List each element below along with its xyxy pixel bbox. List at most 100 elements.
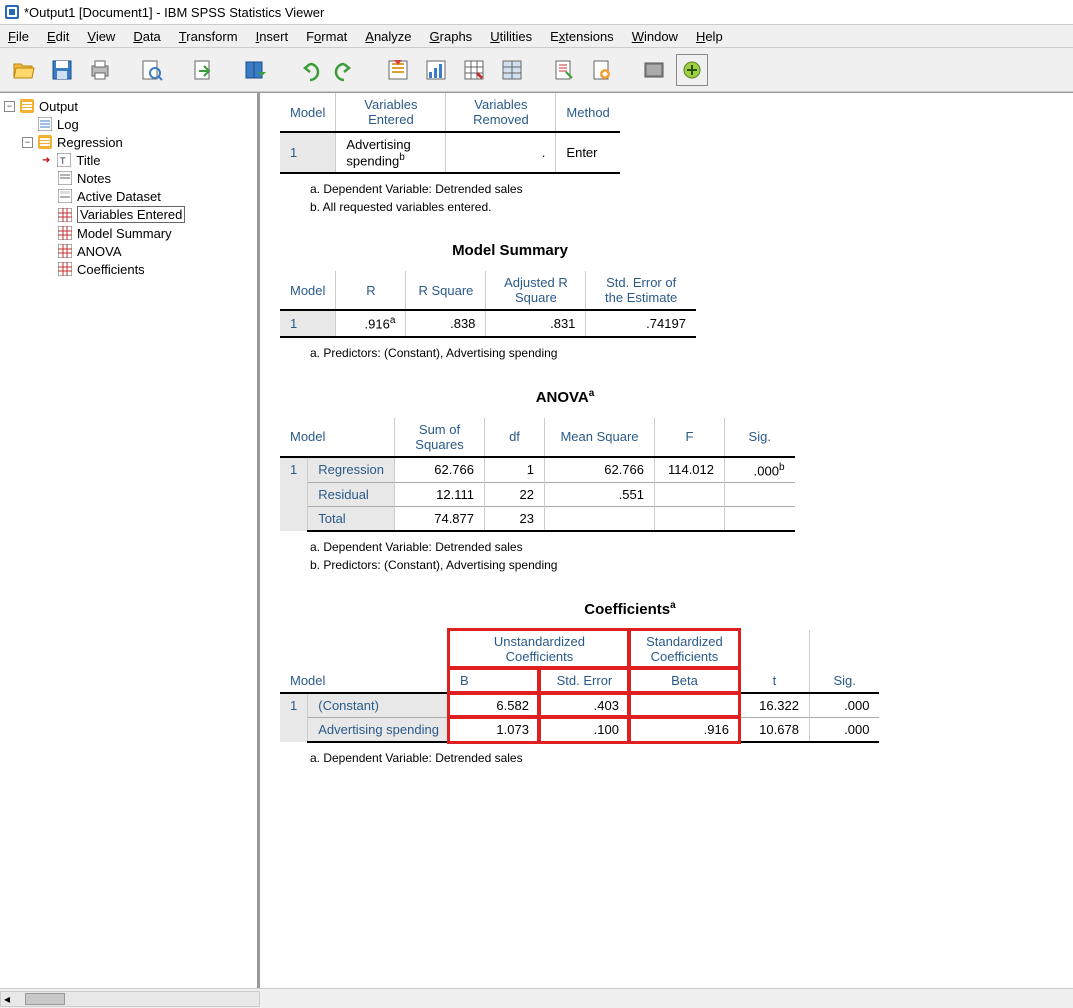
newblock-button[interactable] [676,54,708,86]
tree-item-title[interactable]: ➜ T Title [4,151,253,169]
autoscript-button[interactable] [548,54,580,86]
col-group-std: Standardized Coefficients [629,630,739,669]
scroll-left-icon[interactable]: ◂ [1,992,13,1006]
tree-label: ANOVA [77,244,122,259]
table-icon [57,243,73,259]
tree-label: Notes [77,171,111,186]
tree-item-active-dataset[interactable]: Active Dataset [4,187,253,205]
chart-button[interactable] [420,54,452,86]
titlebar: *Output1 [Document1] - IBM SPSS Statisti… [0,0,1073,24]
pivot-button[interactable] [496,54,528,86]
menu-data[interactable]: Data [133,29,160,44]
cell-sig: .000b [725,457,795,483]
tables-button[interactable] [458,54,490,86]
undo-button[interactable] [292,54,324,86]
preview-button[interactable] [136,54,168,86]
recall-button[interactable] [240,54,272,86]
tree-item-log[interactable]: Log [4,115,253,133]
main-area: − Output Log − Regression ➜ T Title Note… [0,92,1073,988]
menu-edit[interactable]: Edit [47,29,69,44]
col-se: Std. Error of the Estimate [586,271,696,310]
print-button[interactable] [84,54,116,86]
col-entered: Variables Entered [336,93,446,132]
outline-tree[interactable]: − Output Log − Regression ➜ T Title Note… [0,93,260,988]
menu-extensions[interactable]: Extensions [550,29,614,44]
tree-item-notes[interactable]: Notes [4,169,253,187]
statusbar: ◂ [0,988,1073,1008]
menu-graphs[interactable]: Graphs [430,29,473,44]
redo-button[interactable] [330,54,362,86]
cell-se: .74197 [586,310,696,336]
content-pane[interactable]: Model Variables Entered Variables Remove… [260,93,1073,988]
open-button[interactable] [8,54,40,86]
tree-label: Model Summary [77,226,172,241]
export-button[interactable] [188,54,220,86]
table-row: Advertising spending 1.073 .100 .916 10.… [280,717,879,742]
col-model: Model [280,93,336,132]
goto-button[interactable] [382,54,414,86]
col-method: Method [556,93,620,132]
table-row: Residual 12.111 22 .551 [280,482,795,506]
anova-title: ANOVAa [280,388,850,406]
footnote-a: a. Dependent Variable: Detrended sales [310,540,1053,554]
cell-ss: 62.766 [395,457,485,483]
cell-label: (Constant) [308,693,450,718]
cell-b: 1.073 [449,717,539,742]
col-group-unstd: Unstandardized Coefficients [449,630,629,669]
menu-insert[interactable]: Insert [256,29,289,44]
menu-help[interactable]: Help [696,29,723,44]
tree-item-model-summary[interactable]: Model Summary [4,224,253,242]
save-button[interactable] [46,54,78,86]
footnote-a: a. Dependent Variable: Detrended sales [310,182,1053,196]
cell-sig: .000 [809,717,879,742]
tree-label: Active Dataset [77,189,161,204]
tree-label: Title [76,153,100,168]
tree-item-coefficients[interactable]: Coefficients [4,260,253,278]
cell-ss: 12.111 [395,482,485,506]
model-summary-table: Model R R Square Adjusted R Square Std. … [280,271,696,337]
cell-f: 114.012 [655,457,725,483]
script-button[interactable] [586,54,618,86]
tree-item-variables-entered[interactable]: Variables Entered [4,205,253,224]
tree-label: Output [39,99,78,114]
menu-utilities[interactable]: Utilities [490,29,532,44]
col-se: Std. Error [539,668,629,693]
col-f: F [655,418,725,457]
menu-format[interactable]: Format [306,29,347,44]
footnote-a: a. Predictors: (Constant), Advertising s… [310,346,1053,360]
tree-item-anova[interactable]: ANOVA [4,242,253,260]
designate-button[interactable] [638,54,670,86]
menu-file[interactable]: File [8,29,29,44]
collapse-icon[interactable]: − [4,101,15,112]
menu-transform[interactable]: Transform [179,29,238,44]
cell-sig [725,482,795,506]
menubar: File Edit View Data Transform Insert For… [0,24,1073,48]
col-sig: Sig. [725,418,795,457]
cell-f [655,506,725,531]
col-adjr: Adjusted R Square [486,271,586,310]
menu-analyze[interactable]: Analyze [365,29,411,44]
cell-model: 1 [280,132,336,173]
coefficients-table: Model Unstandardized Coefficients Standa… [280,630,879,743]
tree-item-regression[interactable]: − Regression [4,133,253,151]
col-removed: Variables Removed [446,93,556,132]
cell-b: 6.582 [449,693,539,718]
cell-rsq: .838 [406,310,486,336]
cell-label: Regression [308,457,395,483]
collapse-icon[interactable]: − [22,137,33,148]
table-icon [57,207,73,223]
cell-t: 16.322 [739,693,809,718]
menu-view[interactable]: View [87,29,115,44]
col-rsq: R Square [406,271,486,310]
cell-se: .403 [539,693,629,718]
col-beta: Beta [629,668,739,693]
cell-df: 22 [485,482,545,506]
current-marker-icon: ➜ [42,155,50,166]
scroll-thumb[interactable] [25,993,65,1005]
tree-root-output[interactable]: − Output [4,97,253,115]
horizontal-scrollbar[interactable]: ◂ [0,991,260,1007]
log-icon [37,116,53,132]
col-model: Model [280,271,336,310]
menu-window[interactable]: Window [632,29,678,44]
table-row: Total 74.877 23 [280,506,795,531]
